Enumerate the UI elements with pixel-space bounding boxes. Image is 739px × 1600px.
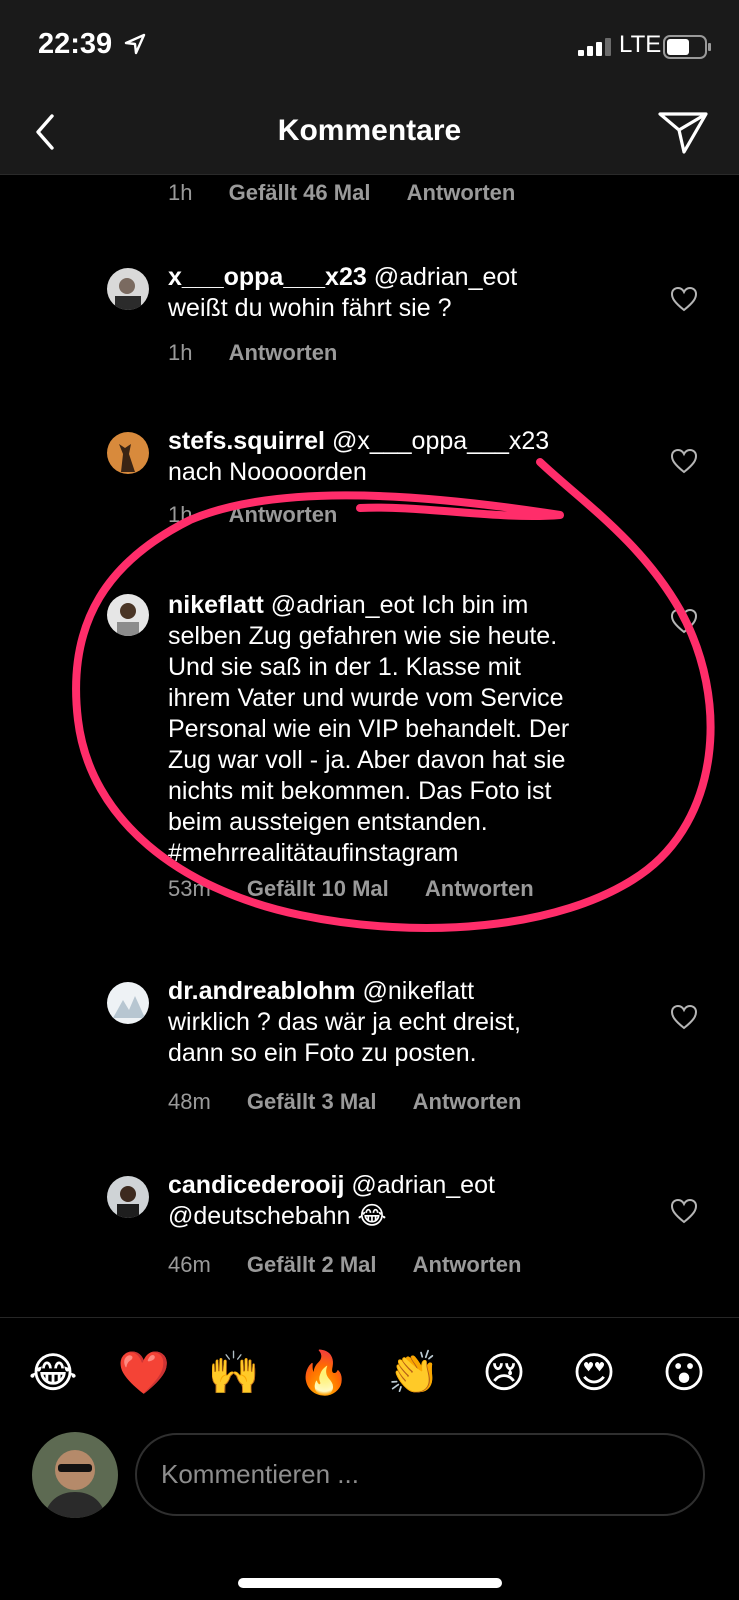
location-arrow-icon [124,33,146,55]
comment-time: 1h [168,180,193,205]
emoji-surprised[interactable]: 😮 [656,1345,712,1401]
emoji-heart[interactable]: ❤️ [116,1345,172,1401]
comment-time: 46m [168,1252,211,1277]
status-bar: 22:39 LTE [0,0,739,92]
heart-icon[interactable] [670,1004,698,1030]
my-avatar [32,1432,118,1518]
comment-time: 53m [168,876,211,901]
heart-icon[interactable] [670,286,698,312]
comment-time: 1h [168,502,193,527]
comment-username[interactable]: x___oppa___x23 [168,263,367,291]
reply-button[interactable]: Antworten [425,876,534,901]
reply-button[interactable]: Antworten [407,180,516,205]
hashtag[interactable]: #mehrrealitätaufinstagram [168,839,458,867]
reply-button[interactable]: Antworten [229,502,338,527]
battery-icon [663,35,711,59]
likes-count[interactable]: Gefällt 10 Mal [247,876,389,901]
reply-button[interactable]: Antworten [229,340,338,365]
likes-count[interactable]: Gefällt 46 Mal [229,180,371,205]
heart-icon[interactable] [670,448,698,474]
comment-text: stefs.squirrel @x___oppa___x23 nach Nooo… [168,427,550,486]
avatar[interactable] [107,268,149,310]
comment-meta: 48m Gefällt 3 Mal Antworten [168,1089,551,1115]
avatar[interactable] [107,432,149,474]
avatar[interactable] [107,594,149,636]
comment-time: 48m [168,1089,211,1114]
comment-username[interactable]: candicederooij [168,1171,344,1199]
emoji-laugh[interactable]: 😂 [25,1345,81,1401]
avatar[interactable] [107,1176,149,1218]
comment-meta: 1h Gefällt 46 Mal Antworten [168,180,545,206]
reply-button[interactable]: Antworten [413,1089,522,1114]
comment-meta: 1h Antworten [168,502,367,528]
network-label: LTE [619,31,662,58]
nav-bar: Kommentare [0,92,739,175]
comment-username[interactable]: stefs.squirrel [168,427,325,455]
comment-text: candicederooij @adrian_eot @deutschebahn… [168,1171,495,1230]
comment-username[interactable]: nikeflatt [168,591,264,619]
divider [0,1317,739,1318]
direct-send-icon[interactable] [656,106,710,158]
comment-meta: 46m Gefällt 2 Mal Antworten [168,1252,551,1278]
comment-text: dr.andreablohm @nikeflatt wirklich ? das… [168,977,521,1067]
home-indicator [238,1578,502,1588]
emoji-clap[interactable]: 👏 [386,1345,442,1401]
emoji-cry[interactable]: 😢 [476,1345,532,1401]
comment-text: nikeflatt @adrian_eot Ich bin im selben … [168,591,570,867]
comment-time: 1h [168,340,193,365]
likes-count[interactable]: Gefällt 3 Mal [247,1089,377,1114]
emoji-raised-hands[interactable]: 🙌 [206,1345,262,1401]
avatar[interactable] [107,982,149,1024]
heart-icon[interactable] [670,608,698,634]
comment-text: x___oppa___x23 @adrian_eot weißt du wohi… [168,263,518,322]
emoji-fire[interactable]: 🔥 [296,1345,352,1401]
quick-emoji-bar: 😂 ❤️ 🙌 🔥 👏 😢 😍 😮 [0,1345,739,1405]
signal-icon [578,38,611,56]
likes-count[interactable]: Gefällt 2 Mal [247,1252,377,1277]
status-time: 22:39 [38,28,113,60]
heart-icon[interactable] [670,1198,698,1224]
emoji-heart-eyes[interactable]: 😍 [566,1345,622,1401]
comment-input[interactable]: Kommentieren ... [135,1433,705,1516]
reply-button[interactable]: Antworten [413,1252,522,1277]
comment-username[interactable]: dr.andreablohm [168,977,356,1005]
page-title: Kommentare [277,114,462,147]
comment-meta: 53m Gefällt 10 Mal Antworten [168,876,564,902]
comment-meta: 1h Antworten [168,340,367,366]
